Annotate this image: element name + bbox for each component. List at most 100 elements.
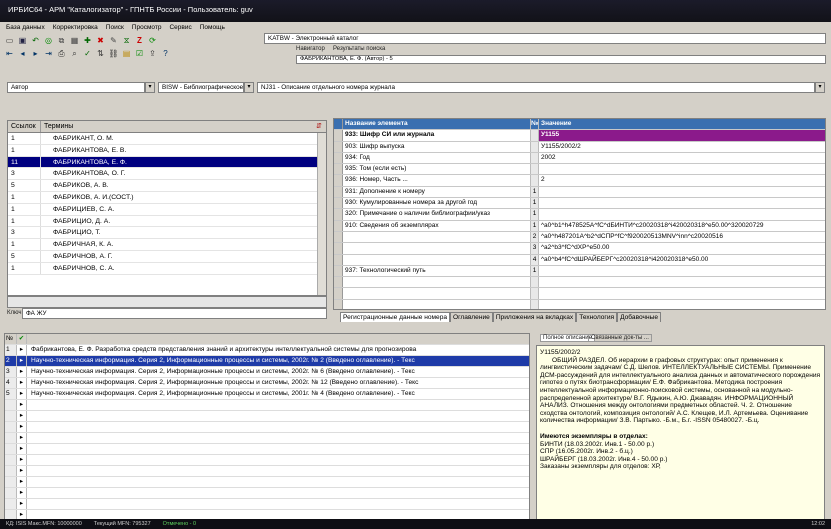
dictionary-row[interactable]: 3 ФАБРИЦИО, Т. — [8, 227, 326, 240]
tab-navigator[interactable]: Навигатор — [296, 46, 325, 52]
field-row[interactable]: 930: Кумулированные номера за другой год… — [334, 198, 825, 210]
tab-search-results[interactable]: Результаты поиска — [333, 46, 385, 52]
first-icon[interactable]: ⇤ — [4, 48, 15, 59]
copy-icon[interactable]: ⧉ — [56, 35, 67, 46]
edit-icon[interactable]: ✎ — [108, 35, 119, 46]
list-item[interactable]: 2 ▸ Научно-техническая информация. Серия 2… — [5, 356, 529, 367]
dictionary-row[interactable]: 1 ФАБРИЦИО, Д. А. — [8, 215, 326, 228]
list-item[interactable]: 4 ▸ Научно-техническая информация. Серия 2… — [5, 378, 529, 389]
record-tab[interactable]: Оглавление — [450, 312, 493, 322]
field-row[interactable]: 3 ^a2^b3^fC^dXP^e50.00 — [334, 243, 825, 255]
prev-icon[interactable]: ◂ — [17, 48, 28, 59]
field-value[interactable]: ^a0^b1^h478525A^fC^dБИНТИ^c20020318^i420… — [539, 221, 825, 231]
menu-item[interactable]: Поиск — [106, 24, 124, 32]
field-value[interactable]: ^a0^h487201A^b2^dСПР^fC^f920020513MNV^in… — [539, 232, 825, 242]
dictionary-row[interactable]: 1 ФАБРИКОВ, А. И.(СОСТ.) — [8, 191, 326, 204]
dictionary-row[interactable]: 3 ФАБРИКАНТОВА, О. Г. — [8, 168, 326, 181]
field-value[interactable]: ^a2^b3^fC^dXP^e50.00 — [539, 243, 825, 253]
field-value[interactable] — [539, 266, 825, 276]
tab-full-description[interactable]: Полное описание — [540, 334, 595, 342]
folder-icon[interactable]: ▤ — [121, 48, 132, 59]
item-checkbox[interactable]: ▸ — [17, 367, 27, 377]
field-row[interactable]: 320: Примечание о наличии библиографии/у… — [334, 209, 825, 221]
save-icon[interactable]: ▣ — [17, 35, 28, 46]
search-icon[interactable]: ⌕ — [69, 48, 80, 59]
field-row[interactable]: 903: Шифр выпуска У1155/2002/2 — [334, 141, 825, 153]
chevron-down-icon[interactable]: ▾ — [145, 82, 155, 93]
field-value[interactable] — [539, 209, 825, 219]
search-prefix-select[interactable]: Автор — [7, 82, 145, 93]
last-icon[interactable]: ⇥ — [43, 48, 54, 59]
item-checkbox[interactable]: ▸ — [17, 444, 27, 454]
worksheet-desc-select[interactable]: NJ31 - Описание отдельного номера журнал… — [257, 82, 815, 93]
record-tab[interactable]: Регистрационные данные номера — [340, 312, 451, 322]
item-checkbox[interactable]: ▸ — [17, 466, 27, 476]
item-checkbox[interactable]: ▸ — [17, 433, 27, 443]
dictionary-row[interactable]: 5 ФАБРИКОВ, А. В. — [8, 180, 326, 192]
dictionary-row[interactable]: 5 ФАБРИЧНОВ, А. Г. — [8, 250, 326, 263]
record-icon[interactable]: ◎ — [43, 35, 54, 46]
dictionary-row[interactable]: 11 ФАБРИКАНТОВА, Е. Ф. — [8, 156, 326, 169]
field-value[interactable] — [539, 164, 825, 174]
record-tab[interactable]: Приложения на вкладках — [492, 312, 577, 322]
field-value[interactable]: 2 — [539, 175, 825, 185]
item-checkbox[interactable]: ▸ — [17, 356, 27, 366]
item-checkbox[interactable]: ▸ — [17, 499, 27, 509]
print-icon[interactable]: ⎙ — [56, 48, 67, 59]
list-item[interactable]: 3 ▸ Научно-техническая информация. Серия 2… — [5, 367, 529, 378]
horizontal-scrollbar[interactable] — [7, 296, 327, 308]
undo-icon[interactable]: ↶ — [30, 35, 41, 46]
database-field[interactable]: KATBW - Электронный каталог — [264, 33, 826, 44]
menu-item[interactable]: Просмотр — [132, 24, 162, 32]
item-checkbox[interactable]: ▸ — [17, 345, 27, 355]
field-value[interactable] — [539, 187, 825, 197]
list-item[interactable]: 1 ▸ Фабрикантова, Е. Ф. Разработка средств… — [5, 345, 529, 356]
navigator-field[interactable]: ФАБРИКАНТОВА, Е. Ф. (Автор) - 5 — [296, 55, 826, 64]
refresh-icon[interactable]: ⟳ — [147, 35, 158, 46]
item-checkbox[interactable]: ▸ — [17, 477, 27, 487]
field-row[interactable]: 936: Номер, Часть ... 2 — [334, 175, 825, 187]
new-icon[interactable]: ▭ — [4, 35, 15, 46]
item-checkbox[interactable]: ▸ — [17, 422, 27, 432]
field-row[interactable]: 937: Технологический путь 1 — [334, 265, 825, 278]
record-tab[interactable]: Технология — [576, 312, 618, 322]
add-icon[interactable]: ✚ — [82, 35, 93, 46]
item-checkbox[interactable]: ▸ — [17, 455, 27, 465]
item-checkbox[interactable]: ▸ — [17, 389, 27, 399]
dictionary-row[interactable]: 1 ФАБРИЧНОВ, С. А. — [8, 262, 326, 275]
next-icon[interactable]: ▸ — [30, 48, 41, 59]
export-icon[interactable]: ⇪ — [147, 48, 158, 59]
dictionary-row[interactable]: 1 ФАБРИЧНАЯ, К. А. — [8, 239, 326, 251]
tab-related-docs[interactable]: Связанные док-ты ... — [588, 334, 652, 342]
bold-icon[interactable]: Z — [134, 35, 145, 46]
field-row[interactable]: 934: Год 2002 — [334, 152, 825, 165]
item-checkbox[interactable]: ▸ — [17, 400, 27, 410]
field-row[interactable]: 931: Дополнение к номеру 1 — [334, 186, 825, 199]
item-checkbox[interactable]: ▸ — [17, 411, 27, 421]
chevron-down-icon[interactable]: ▾ — [815, 82, 825, 93]
menu-item[interactable]: Сервис — [169, 24, 191, 32]
filter-icon[interactable]: ⧖ — [121, 35, 132, 46]
item-checkbox[interactable]: ▸ — [17, 488, 27, 498]
dictionary-row[interactable]: 1 ФАБРИКАНТ, О. М. — [8, 133, 326, 145]
grid-icon[interactable]: ▦ — [69, 35, 80, 46]
record-tab[interactable]: Добавочные — [617, 312, 662, 322]
scrollbar[interactable] — [317, 133, 326, 295]
menu-item[interactable]: Корректировка — [53, 24, 98, 32]
mark-icon[interactable]: ✓ — [82, 48, 93, 59]
field-value[interactable]: У1155/2002/2 — [539, 142, 825, 152]
chevron-down-icon[interactable]: ▾ — [244, 82, 254, 93]
dictionary-row[interactable]: 1 ФАБРИКАНТОВА, Е. В. — [8, 144, 326, 157]
menu-item[interactable]: Помощь — [200, 24, 225, 32]
sort-icon[interactable]: ⇅ — [95, 48, 106, 59]
field-row[interactable]: 2 ^a0^h487201A^b2^dСПР^fC^f920020513MNV^i… — [334, 231, 825, 244]
key-input[interactable]: ФА ЖУ — [22, 308, 327, 319]
worksheet-select[interactable]: BISW - Библиографическое — [158, 82, 244, 93]
field-value[interactable]: 2002 — [539, 153, 825, 163]
list-item[interactable]: 5 ▸ Научно-техническая информация. Серия 2… — [5, 389, 529, 400]
field-value[interactable] — [539, 198, 825, 208]
field-row[interactable]: 4 ^a0^b4^fC^dШРАЙБЕРГ^c20020318^i42002031… — [334, 254, 825, 266]
help-icon[interactable]: ? — [160, 48, 171, 59]
sort-icon[interactable]: ⇵ — [316, 121, 326, 132]
delete-icon[interactable]: ✖ — [95, 35, 106, 46]
